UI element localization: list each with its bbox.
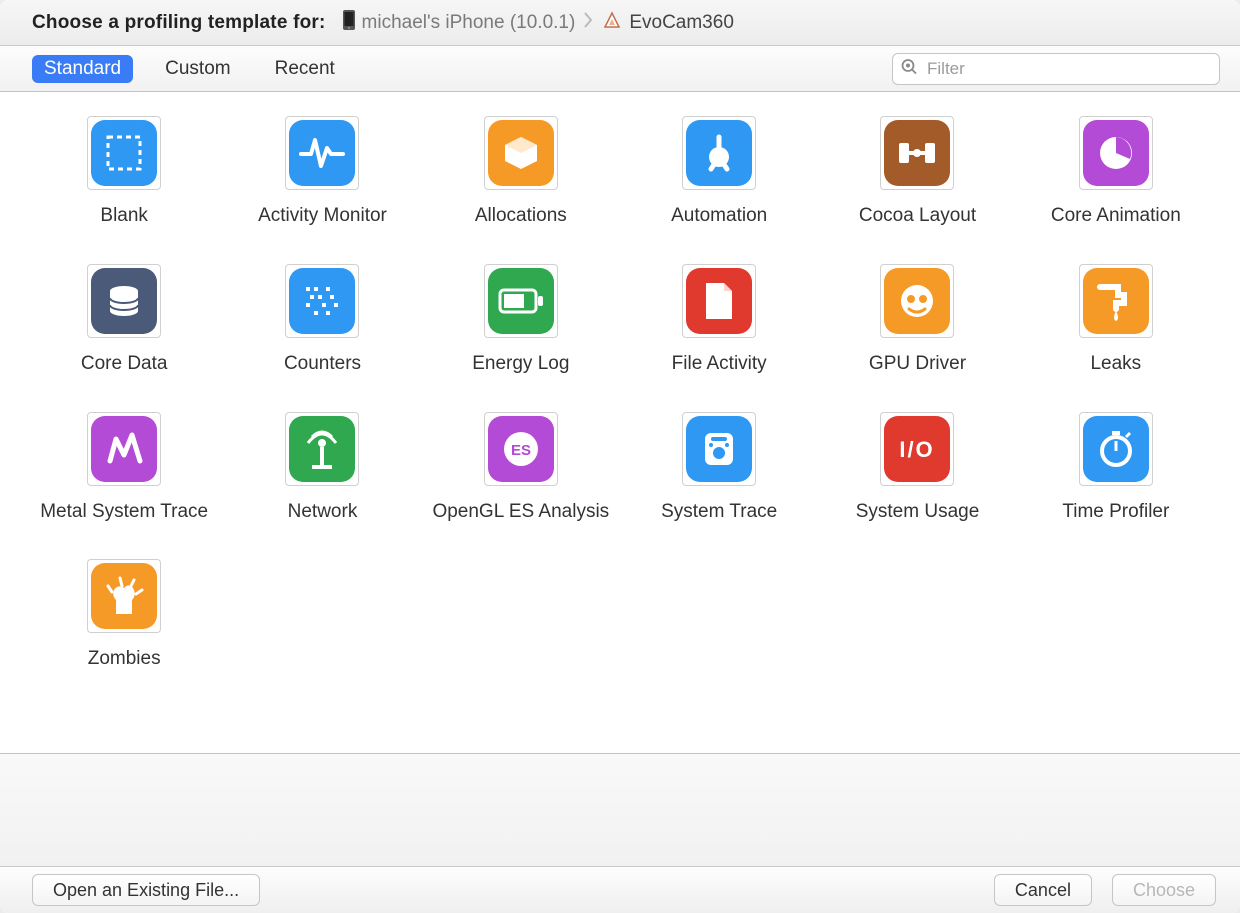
activity-icon: [289, 120, 355, 186]
counters-icon: [289, 268, 355, 334]
gpu-icon: [884, 268, 950, 334]
svg-text:ES: ES: [511, 442, 531, 459]
template-network[interactable]: Network: [228, 412, 416, 524]
svg-text:I/O: I/O: [900, 437, 935, 462]
template-blank[interactable]: Blank: [30, 116, 218, 228]
template-label: Time Profiler: [1062, 500, 1169, 524]
header-bar: Choose a profiling template for: michael…: [0, 0, 1240, 46]
opengl-icon: ES: [488, 416, 554, 482]
footer-bar: Open an Existing File... Cancel Choose: [0, 867, 1240, 913]
network-icon: [289, 416, 355, 482]
template-automation[interactable]: Automation: [625, 116, 813, 228]
allocations-icon: [488, 120, 554, 186]
toolbar: Standard Custom Recent: [0, 46, 1240, 92]
template-label: GPU Driver: [869, 352, 966, 376]
cancel-button[interactable]: Cancel: [994, 874, 1092, 906]
template-label: Allocations: [475, 204, 567, 228]
template-metal-system-trace[interactable]: Metal System Trace: [30, 412, 218, 524]
target-selector[interactable]: michael's iPhone (10.0.1) EvoCam360: [336, 9, 734, 37]
template-file-activity[interactable]: File Activity: [625, 264, 813, 376]
tab-standard[interactable]: Standard: [32, 55, 133, 83]
app-name: EvoCam360: [629, 12, 734, 34]
template-label: Counters: [284, 352, 361, 376]
header-title: Choose a profiling template for:: [32, 12, 326, 34]
template-label: System Trace: [661, 500, 777, 524]
device-icon: [342, 9, 356, 37]
tab-custom[interactable]: Custom: [153, 55, 242, 83]
template-label: OpenGL ES Analysis: [432, 500, 609, 524]
app-icon: [601, 9, 623, 37]
template-label: Metal System Trace: [40, 500, 208, 524]
filter-search: [892, 53, 1220, 85]
core-animation-icon: [1083, 120, 1149, 186]
template-label: Automation: [671, 204, 767, 228]
template-label: Core Data: [81, 352, 168, 376]
filter-input[interactable]: [892, 53, 1220, 85]
system-trace-icon: [686, 416, 752, 482]
template-energy-log[interactable]: Energy Log: [427, 264, 615, 376]
template-system-usage[interactable]: I/O System Usage: [823, 412, 1011, 524]
energy-icon: [488, 268, 554, 334]
template-core-data[interactable]: Core Data: [30, 264, 218, 376]
template-leaks[interactable]: Leaks: [1022, 264, 1210, 376]
template-core-animation[interactable]: Core Animation: [1022, 116, 1210, 228]
system-usage-icon: I/O: [884, 416, 950, 482]
template-opengl-es-analysis[interactable]: ES OpenGL ES Analysis: [427, 412, 615, 524]
description-panel: [0, 754, 1240, 867]
core-data-icon: [91, 268, 157, 334]
template-time-profiler[interactable]: Time Profiler: [1022, 412, 1210, 524]
template-label: Blank: [100, 204, 148, 228]
template-label: Cocoa Layout: [859, 204, 976, 228]
template-allocations[interactable]: Allocations: [427, 116, 615, 228]
template-chooser-window: Choose a profiling template for: michael…: [0, 0, 1240, 913]
time-profiler-icon: [1083, 416, 1149, 482]
category-tabs: Standard Custom Recent: [32, 55, 347, 83]
automation-icon: [686, 120, 752, 186]
template-label: System Usage: [856, 500, 980, 524]
template-label: Leaks: [1090, 352, 1141, 376]
template-label: Core Animation: [1051, 204, 1181, 228]
template-activity-monitor[interactable]: Activity Monitor: [228, 116, 416, 228]
template-label: Network: [288, 500, 358, 524]
device-name: michael's iPhone (10.0.1): [362, 12, 576, 34]
template-grid: Blank Activity Monitor Allocations Autom…: [0, 92, 1240, 691]
file-activity-icon: [686, 268, 752, 334]
open-existing-button[interactable]: Open an Existing File...: [32, 874, 260, 906]
blank-icon: [91, 120, 157, 186]
tab-recent[interactable]: Recent: [263, 55, 347, 83]
template-label: Energy Log: [472, 352, 569, 376]
metal-icon: [91, 416, 157, 482]
template-label: Zombies: [88, 647, 161, 671]
template-label: Activity Monitor: [258, 204, 387, 228]
cocoa-layout-icon: [884, 120, 950, 186]
template-system-trace[interactable]: System Trace: [625, 412, 813, 524]
template-cocoa-layout[interactable]: Cocoa Layout: [823, 116, 1011, 228]
template-counters[interactable]: Counters: [228, 264, 416, 376]
leaks-icon: [1083, 268, 1149, 334]
template-label: File Activity: [672, 352, 767, 376]
template-zombies[interactable]: Zombies: [30, 559, 218, 671]
search-icon: [900, 57, 918, 80]
zombies-icon: [91, 563, 157, 629]
chevron-right-icon: [581, 12, 595, 33]
template-grid-scroll[interactable]: Blank Activity Monitor Allocations Autom…: [0, 92, 1240, 754]
template-gpu-driver[interactable]: GPU Driver: [823, 264, 1011, 376]
choose-button[interactable]: Choose: [1112, 874, 1216, 906]
